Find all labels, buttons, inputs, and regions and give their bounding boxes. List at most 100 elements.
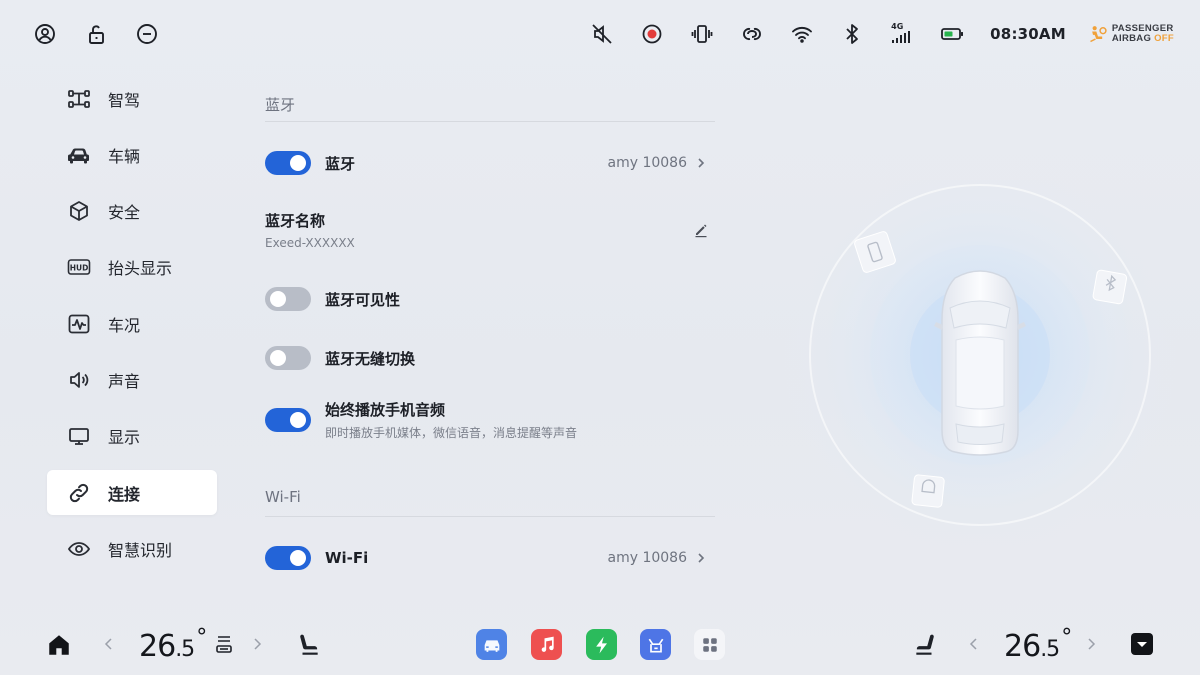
bluetooth-device-name[interactable]: amy 10086 — [608, 155, 688, 171]
wifi-row[interactable]: Wi-Fi amy 10086 — [265, 546, 715, 570]
wifi-icon[interactable] — [790, 22, 814, 46]
pulse-icon — [67, 312, 91, 336]
airbag-icon — [1088, 24, 1108, 44]
apps-grid-icon[interactable] — [694, 629, 725, 660]
sidebar-item-vehicle[interactable]: 车辆 — [47, 132, 217, 177]
wifi-label: Wi-Fi — [325, 549, 369, 567]
unlock-icon[interactable] — [84, 22, 108, 46]
wifi-network-name[interactable]: amy 10086 — [608, 550, 688, 566]
bluetooth-visibility-toggle[interactable] — [265, 287, 311, 311]
phone-audio-label: 始终播放手机音频 — [325, 401, 446, 419]
bluetooth-seamless-row[interactable]: 蓝牙无缝切换 — [265, 346, 715, 370]
bluetooth-visibility-row[interactable]: 蓝牙可见性 — [265, 287, 715, 311]
passenger-temperature-decimal: .5 — [1040, 637, 1060, 662]
sidebar-item-display[interactable]: 显示 — [47, 414, 217, 459]
bluetooth-icon[interactable] — [840, 22, 864, 46]
chevron-right-icon[interactable] — [695, 157, 707, 169]
airbag-line2: AIRBAG — [1111, 33, 1152, 44]
sidebar-item-connection[interactable]: 连接 — [47, 470, 217, 516]
airbag-status: OFF — [1154, 33, 1174, 44]
passenger-seat-icon[interactable] — [912, 632, 938, 658]
phone-audio-toggle[interactable] — [265, 408, 311, 432]
car-icon — [67, 143, 91, 167]
temp-right-decrease-icon[interactable] — [969, 637, 979, 651]
sidebar-item-label: 显示 — [108, 428, 141, 448]
passenger-airbag-indicator: PASSENGER AIRBAG OFF — [1088, 24, 1174, 44]
phone-link-icon[interactable] — [740, 22, 764, 46]
bluetooth-name-label: 蓝牙名称 — [265, 212, 326, 230]
sidebar-item-label: 车况 — [108, 315, 141, 335]
toggle-knob — [270, 291, 286, 307]
connection-settings-panel: 蓝牙 蓝牙 amy 10086 蓝牙名称 Exeed-XXXXXX 蓝牙可见性 … — [265, 0, 715, 600]
signal-4g-icon: 4G — [890, 22, 914, 46]
sidebar-item-hud[interactable]: HUD 抬头显示 — [47, 245, 217, 290]
temp-right-increase-icon[interactable] — [1086, 637, 1096, 651]
car-connectivity-illustration — [780, 180, 1200, 580]
bluetooth-section-title: 蓝牙 — [265, 96, 296, 114]
control-center-icon[interactable] — [1130, 632, 1154, 656]
bottom-dock: 26.5° 26.5° — [0, 612, 1200, 675]
monitor-icon — [67, 424, 91, 448]
sidebar-item-label: 智驾 — [108, 90, 141, 110]
bluetooth-seamless-label: 蓝牙无缝切换 — [325, 349, 416, 368]
bluetooth-row[interactable]: 蓝牙 amy 10086 — [265, 151, 715, 175]
degree-symbol: ° — [1061, 625, 1072, 650]
sidebar-item-label: 安全 — [108, 203, 141, 223]
bluetooth-name-value: Exeed-XXXXXX — [265, 236, 355, 250]
driver-temperature-value: 26 — [139, 629, 176, 664]
clock: 08:30AM — [990, 25, 1066, 43]
battery-icon — [940, 22, 964, 46]
steering-assist-icon — [67, 87, 91, 111]
bluetooth-seamless-toggle[interactable] — [265, 346, 311, 370]
music-app-icon[interactable] — [531, 629, 562, 660]
sidebar-item-sound[interactable]: 声音 — [47, 357, 217, 402]
sidebar-item-label: 声音 — [108, 371, 141, 391]
driver-temperature: 26.5° — [139, 625, 207, 664]
sidebar-item-safety[interactable]: 安全 — [47, 189, 217, 234]
store-app-icon[interactable] — [640, 629, 671, 660]
toggle-knob — [290, 412, 306, 428]
sidebar-item-label: 连接 — [108, 484, 141, 504]
svg-text:HUD: HUD — [70, 264, 89, 273]
home-icon[interactable] — [46, 632, 72, 658]
user-profile-icon[interactable] — [33, 22, 57, 46]
driver-seat-icon[interactable] — [296, 632, 322, 658]
bluetooth-visibility-label: 蓝牙可见性 — [325, 290, 401, 309]
sidebar-item-label: 车辆 — [108, 146, 141, 166]
toggle-knob — [290, 155, 306, 171]
temp-left-increase-icon[interactable] — [252, 637, 262, 651]
divider — [265, 516, 715, 517]
sidebar-item-smart-recognition[interactable]: 智慧识别 — [47, 526, 217, 571]
wifi-toggle[interactable] — [265, 546, 311, 570]
settings-sidebar: 智驾 车辆 安全 HUD 抬头显示 车况 声音 显示 连接 智慧识别 — [47, 76, 217, 583]
passenger-temperature: 26.5° — [1004, 625, 1072, 664]
divider — [265, 121, 715, 122]
charging-app-icon[interactable] — [586, 629, 617, 660]
bluetooth-name-row[interactable]: 蓝牙名称 Exeed-XXXXXX — [265, 210, 715, 254]
phone-audio-description: 即时播放手机媒体，微信语音，消息提醒等声音 — [325, 426, 578, 440]
bluetooth-label: 蓝牙 — [325, 154, 356, 173]
degree-symbol: ° — [196, 625, 207, 650]
network-type-label: 4G — [891, 22, 904, 31]
sidebar-item-label: 智慧识别 — [108, 540, 173, 560]
temp-left-decrease-icon[interactable] — [104, 637, 114, 651]
passenger-temperature-value: 26 — [1004, 629, 1041, 664]
bluetooth-toggle[interactable] — [265, 151, 311, 175]
link-icon — [67, 481, 91, 505]
wifi-section-title: Wi-Fi — [265, 488, 301, 506]
toggle-knob — [270, 350, 286, 366]
speaker-icon — [67, 368, 91, 392]
minus-circle-icon[interactable] — [135, 22, 159, 46]
sidebar-item-vehicle-status[interactable]: 车况 — [47, 301, 217, 346]
chevron-right-icon[interactable] — [695, 552, 707, 564]
rear-defrost-icon[interactable] — [214, 632, 234, 656]
toggle-knob — [290, 550, 306, 566]
sidebar-item-assisted-driving[interactable]: 智驾 — [47, 76, 217, 121]
driver-temperature-decimal: .5 — [175, 637, 195, 662]
cube-icon — [67, 199, 91, 223]
phone-audio-row[interactable]: 始终播放手机音频 即时播放手机媒体，微信语音，消息提醒等声音 — [265, 399, 715, 441]
edit-pencil-icon[interactable] — [693, 222, 709, 238]
car-app-icon[interactable] — [476, 629, 507, 660]
hud-icon: HUD — [67, 255, 91, 279]
sidebar-item-label: 抬头显示 — [108, 259, 173, 279]
